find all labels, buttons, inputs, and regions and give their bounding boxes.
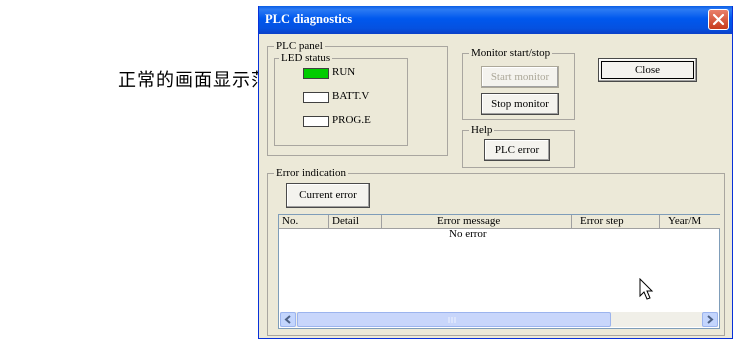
no-error-message: No error [449, 228, 487, 240]
dialog-content: PLC panel LED status RUN BATT.V PROG.E M… [259, 34, 732, 338]
monitor-legend: Monitor start/stop [469, 47, 553, 59]
window-title: PLC diagnostics [265, 12, 353, 26]
led-status-legend: LED status [279, 52, 333, 64]
scroll-left-button[interactable] [280, 312, 296, 327]
column-header-error-step[interactable]: Error step [572, 215, 660, 229]
start-monitor-button[interactable]: Start monitor [481, 66, 559, 88]
run-led-indicator [303, 68, 329, 79]
batt-v-led-label: BATT.V [332, 90, 370, 102]
prog-e-led-label: PROG.E [332, 114, 371, 126]
scroll-right-button[interactable] [702, 312, 718, 327]
horizontal-scrollbar[interactable] [280, 312, 718, 327]
current-error-button[interactable]: Current error [286, 183, 370, 208]
error-indication-group: Error indication Current error No. Detai… [267, 167, 725, 336]
chevron-left-icon [284, 315, 291, 324]
plc-panel-group: PLC panel LED status RUN BATT.V PROG.E [267, 40, 448, 156]
close-x-icon[interactable] [708, 9, 729, 30]
plc-error-button[interactable]: PLC error [484, 139, 550, 161]
grip-icon [448, 317, 456, 323]
title-bar[interactable]: PLC diagnostics [259, 6, 732, 34]
help-legend: Help [469, 124, 495, 136]
column-header-error-message[interactable]: Error message [382, 215, 572, 229]
column-header-no[interactable]: No. [279, 215, 329, 229]
plc-panel-legend: PLC panel [274, 40, 325, 52]
error-list[interactable]: No. Detail Error message Error step Year… [278, 214, 720, 329]
batt-v-led-indicator [303, 92, 329, 103]
column-header-year-month[interactable]: Year/M [660, 215, 720, 229]
close-button[interactable]: Close [598, 58, 697, 82]
mouse-cursor-icon [639, 278, 654, 300]
chevron-right-icon [707, 315, 714, 324]
prog-e-led-indicator [303, 116, 329, 127]
plc-diagnostics-window: PLC diagnostics PLC panel LED status RUN… [258, 6, 733, 339]
led-status-group: LED status RUN BATT.V PROG.E [274, 52, 408, 146]
stop-monitor-button[interactable]: Stop monitor [481, 93, 559, 115]
monitor-group: Monitor start/stop Start monitor Stop mo… [462, 47, 575, 120]
scroll-thumb[interactable] [297, 312, 611, 327]
help-group: Help PLC error [462, 124, 575, 168]
column-header-detail[interactable]: Detail [329, 215, 382, 229]
run-led-label: RUN [332, 66, 356, 78]
error-indication-legend: Error indication [274, 167, 348, 179]
